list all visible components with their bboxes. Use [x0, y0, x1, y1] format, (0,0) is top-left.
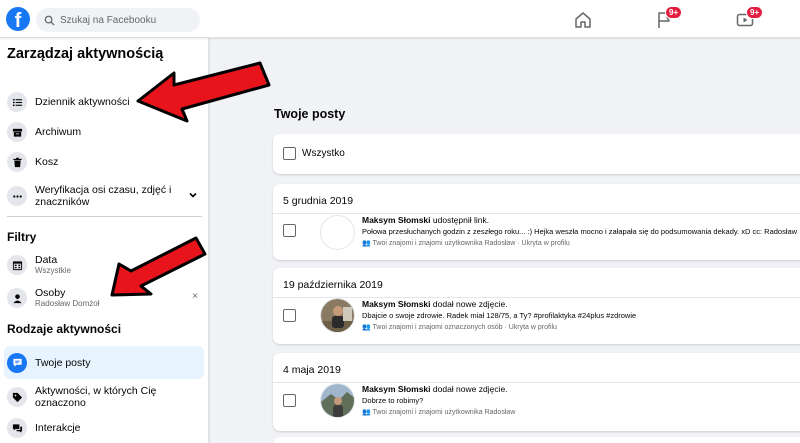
post-action: dodał nowe zdjęcie.	[432, 384, 508, 394]
watch-nav-button[interactable]: 9+	[735, 6, 764, 30]
sidebar-item-tagged-activity[interactable]: Aktywności, w których Cię oznaczono	[4, 381, 204, 413]
post-author[interactable]: Maksym Słomski	[362, 384, 431, 394]
item-checkbox[interactable]	[283, 224, 296, 237]
post-action: udostępnił link.	[432, 215, 490, 225]
sidebar-divider	[7, 216, 202, 217]
friends-icon: 👥	[362, 324, 371, 331]
post-title[interactable]: Maksym Słomski dodał nowe zdjęcie.	[362, 384, 508, 394]
post-text: Dbajcie o swoje zdrowie. Radek miał 128/…	[362, 311, 637, 320]
sidebar-item-interactions[interactable]: Interakcje	[4, 415, 204, 441]
audience-text: Twoi znajomi i znajomi użytkownika Rados…	[372, 409, 516, 416]
chevron-down-icon[interactable]	[188, 190, 198, 200]
search-icon	[44, 15, 55, 26]
sidebar-item-trash[interactable]: Kosz	[4, 149, 204, 175]
post-text: Dobrze to robimy?	[362, 396, 424, 405]
filter-label: Osoby	[35, 287, 66, 299]
select-all-label: Wszystko	[302, 148, 345, 159]
post-audience: 👥 Twoi znajomi i znajomi oznaczonych osó…	[362, 323, 557, 331]
more-icon	[7, 186, 27, 206]
pages-nav-button[interactable]: 9+	[654, 6, 683, 30]
select-all-checkbox[interactable]	[283, 147, 296, 160]
group-date: 4 maja 2019	[283, 364, 341, 376]
sidebar-item-label: Twoje posty	[35, 356, 91, 369]
post-author[interactable]: Maksym Słomski	[362, 215, 431, 225]
posts-icon	[7, 352, 27, 373]
sidebar-item-timeline-review[interactable]: Weryfikacja osi czasu, zdjęć i znacznikó…	[4, 180, 204, 212]
select-all-card: Wszystko	[273, 134, 800, 174]
post-photo-thumbnail[interactable]	[320, 298, 355, 333]
post-author[interactable]: Maksym Słomski	[362, 299, 431, 309]
group-divider	[273, 297, 800, 298]
filters-heading: Filtry	[7, 230, 37, 244]
filter-value: Radosław Domżoł	[35, 299, 100, 308]
group-date: 5 grudnia 2019	[283, 195, 354, 207]
notification-badge: 9+	[746, 6, 764, 19]
friends-icon: 👥	[362, 240, 371, 247]
activity-types-heading: Rodzaje aktywności	[7, 322, 122, 336]
tag-icon	[7, 387, 27, 407]
search-input[interactable]	[60, 14, 190, 26]
sidebar-item-label: Interakcje	[35, 422, 81, 434]
activity-group: 4 maja 2019 Maksym Słomski dodał nowe zd…	[273, 353, 800, 431]
group-date: 19 października 2019	[283, 279, 383, 291]
audience-text: Twoi znajomi i znajomi użytkownika Rados…	[372, 240, 570, 247]
post-audience: 👥 Twoi znajomi i znajomi użytkownika Rad…	[362, 239, 570, 247]
post-text: Połowa przesłuchanych godzin z zeszłego …	[362, 227, 798, 236]
calendar-icon	[7, 255, 27, 275]
activity-group	[273, 437, 800, 443]
home-icon	[575, 12, 591, 28]
group-divider	[273, 213, 800, 214]
sidebar-item-your-posts[interactable]: Twoje posty	[4, 346, 204, 379]
sidebar-item-label: Kosz	[35, 156, 59, 168]
filter-label: Data	[35, 254, 58, 266]
facebook-logo[interactable]: f	[6, 7, 30, 31]
search-box[interactable]	[36, 8, 200, 32]
top-navigation-bar: f 9+ 9+	[0, 0, 800, 38]
group-divider	[273, 382, 800, 383]
item-checkbox[interactable]	[283, 309, 296, 322]
trash-icon	[7, 152, 27, 172]
activity-group: 19 października 2019 Maksym Słomski doda…	[273, 268, 800, 344]
filter-value: Wszystkie	[35, 266, 71, 275]
sidebar-item-label: Archiwum	[35, 126, 82, 138]
post-title[interactable]: Maksym Słomski udostępnił link.	[362, 215, 489, 225]
annotation-arrow	[110, 236, 207, 297]
home-nav-button[interactable]	[573, 10, 593, 30]
post-action: dodał nowe zdjęcie.	[432, 299, 508, 309]
activity-group: 5 grudnia 2019 Maksym Słomski udostępnił…	[273, 184, 800, 260]
page-title: Twoje posty	[274, 107, 346, 121]
item-checkbox[interactable]	[283, 394, 296, 407]
friends-icon: 👥	[362, 409, 371, 416]
avatar[interactable]	[320, 215, 355, 250]
interactions-icon	[7, 418, 27, 438]
annotation-arrow	[136, 61, 271, 123]
sidebar-item-label: Dziennik aktywności	[35, 96, 130, 108]
list-icon	[7, 92, 27, 112]
notification-badge: 9+	[665, 6, 683, 19]
person-icon	[7, 288, 27, 308]
post-audience: 👥 Twoi znajomi i znajomi użytkownika Rad…	[362, 408, 515, 416]
post-photo-thumbnail[interactable]	[320, 383, 355, 418]
sidebar-item-label: Weryfikacja osi czasu, zdjęć i znacznikó…	[35, 184, 172, 208]
audience-text: Twoi znajomi i znajomi oznaczonych osób …	[372, 324, 557, 331]
post-title[interactable]: Maksym Słomski dodał nowe zdjęcie.	[362, 299, 508, 309]
archive-icon	[7, 122, 27, 142]
sidebar-item-label: Aktywności, w których Cię oznaczono	[35, 385, 157, 409]
